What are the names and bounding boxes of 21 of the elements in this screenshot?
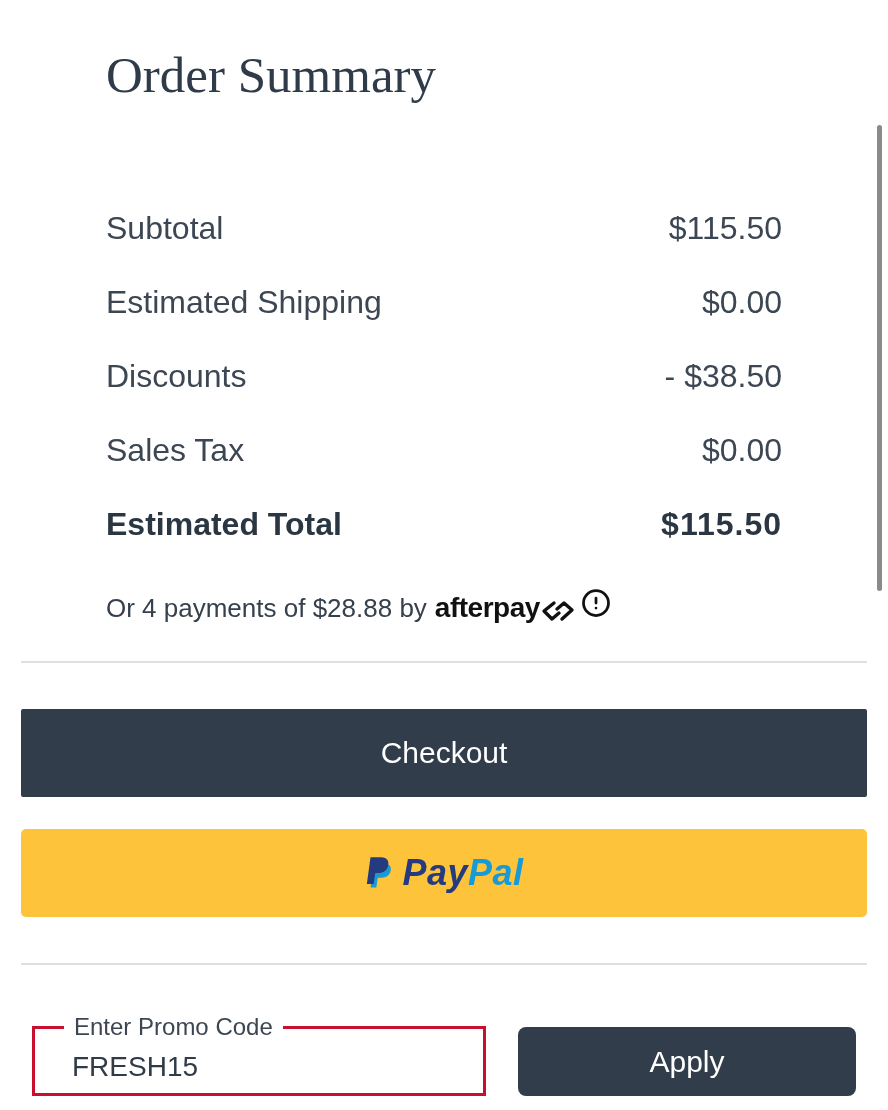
summary-label: Estimated Total [106, 505, 342, 543]
summary-amount: $0.00 [701, 431, 782, 469]
summary-amount: $115.50 [661, 505, 782, 543]
promo-code-label: Enter Promo Code [73, 1013, 274, 1041]
loop-arrows-icon [540, 600, 575, 622]
promo-code-input[interactable]: FRESH15 [64, 1041, 463, 1093]
summary-label: Sales Tax [106, 431, 245, 469]
installments-text: Or 4 payments of $28.88 by [106, 593, 427, 623]
paypal-button[interactable]: PayPal [21, 829, 867, 917]
summary-amount: $115.50 [668, 209, 782, 247]
apply-button[interactable]: Apply [518, 1027, 856, 1096]
summary-label: Estimated Shipping [106, 283, 382, 321]
summary-amount: - $38.50 [664, 357, 782, 395]
info-icon[interactable] [580, 588, 611, 618]
checkout-button[interactable]: Checkout [21, 709, 867, 797]
afterpay-wordmark: afterpay [434, 593, 540, 623]
summary-label: Subtotal [106, 209, 224, 247]
summary-amount: $0.00 [701, 283, 782, 321]
scrollbar-thumb[interactable] [877, 125, 882, 591]
summary-label: Discounts [106, 357, 247, 395]
page-title: Order Summary [106, 46, 436, 104]
